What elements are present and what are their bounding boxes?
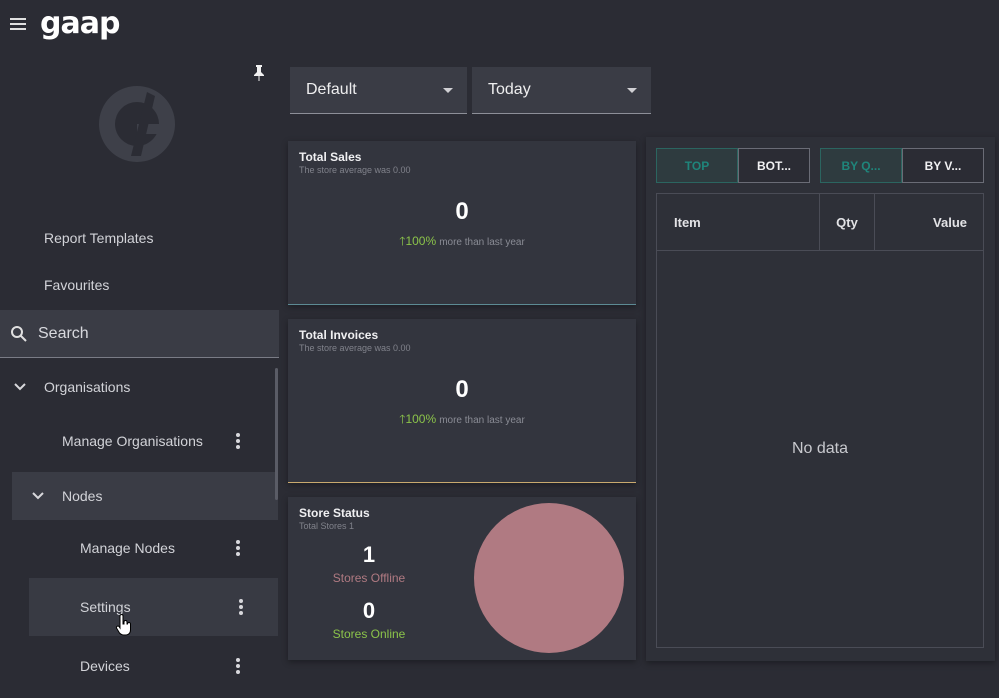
sidebar-item-manage-organisations[interactable]: Manage Organisations	[62, 418, 276, 464]
trend-caption: more than last year	[439, 237, 525, 248]
more-vertical-icon[interactable]	[239, 599, 243, 615]
search-input[interactable]	[38, 323, 268, 345]
profile-select-value: Default	[306, 81, 357, 98]
card-subtitle: Total Stores 1	[299, 521, 355, 531]
chevron-down-icon	[14, 383, 26, 391]
sidebar-item-label: Settings	[80, 599, 131, 615]
sidebar-item-report-templates[interactable]: Report Templates	[44, 230, 153, 246]
sidebar: Report Templates Favourites Organisation…	[0, 56, 280, 698]
more-vertical-icon[interactable]	[236, 540, 240, 556]
chevron-down-icon	[32, 492, 44, 500]
profile-select[interactable]: Default	[290, 67, 467, 114]
hand-cursor-icon	[115, 614, 131, 636]
column-header-value[interactable]: Value	[875, 194, 983, 251]
search-icon	[11, 326, 27, 342]
by-qty-toggle-button[interactable]: BY Q...	[820, 148, 902, 183]
stores-offline-label: Stores Offline	[332, 571, 406, 585]
period-select[interactable]: Today	[472, 67, 651, 114]
stores-offline-count: 1	[362, 542, 376, 567]
sidebar-search	[0, 310, 279, 358]
sidebar-item-settings[interactable]: Settings	[29, 578, 278, 636]
sidebar-scrollbar[interactable]	[275, 368, 278, 500]
trend-indicator: 🡑100% more than last year	[288, 410, 636, 431]
trend-caption: more than last year	[439, 415, 525, 426]
store-status-card: Store Status Total Stores 1 1 Stores Off…	[288, 497, 636, 660]
sidebar-item-label: Organisations	[44, 379, 131, 395]
sidebar-item-label: Manage Nodes	[80, 540, 175, 556]
card-divider	[288, 304, 636, 305]
top-items-table: Item Qty Value No data	[656, 193, 984, 648]
store-status-pie[interactable]	[473, 502, 625, 654]
card-title: Store Status	[299, 506, 370, 520]
total-sales-value: 0	[455, 198, 469, 225]
stores-online-label: Stores Online	[332, 627, 406, 641]
company-logo-icon	[99, 86, 175, 162]
sidebar-item-favourites[interactable]: Favourites	[44, 277, 109, 293]
card-subtitle: The store average was 0.00	[299, 165, 411, 175]
pin-icon[interactable]	[252, 64, 266, 82]
period-select-value: Today	[488, 81, 531, 98]
caret-down-icon	[443, 88, 453, 93]
sidebar-item-manage-nodes[interactable]: Manage Nodes	[80, 525, 276, 571]
trend-percent: 100%	[405, 234, 437, 248]
total-invoices-value: 0	[455, 376, 469, 403]
pie-slice-offline[interactable]	[474, 503, 624, 653]
bottom-toggle-button[interactable]: BOT...	[738, 148, 810, 183]
sidebar-item-nodes[interactable]: Nodes	[12, 472, 278, 520]
by-value-toggle-button[interactable]: BY V...	[902, 148, 984, 183]
top-bar: gaap	[0, 0, 999, 56]
total-invoices-card: Total Invoices The store average was 0.0…	[288, 319, 636, 483]
column-header-qty[interactable]: Qty	[820, 194, 875, 251]
more-vertical-icon[interactable]	[236, 433, 240, 449]
card-title: Total Invoices	[299, 328, 379, 342]
sidebar-item-label: Devices	[80, 658, 130, 674]
trend-percent: 100%	[405, 412, 437, 426]
sidebar-item-organisations[interactable]: Organisations	[14, 364, 276, 410]
trend-indicator: 🡑100% more than last year	[288, 232, 636, 253]
hamburger-menu-icon[interactable]	[10, 16, 26, 32]
top-toggle-button[interactable]: TOP	[656, 148, 738, 183]
caret-down-icon	[627, 88, 637, 93]
app-logo: gaap	[40, 6, 120, 41]
stores-online-count: 0	[362, 598, 376, 623]
card-divider	[288, 482, 636, 483]
card-title: Total Sales	[299, 150, 362, 164]
sidebar-item-devices[interactable]: Devices	[80, 643, 276, 689]
empty-state-text: No data	[791, 440, 849, 457]
sidebar-item-label: Manage Organisations	[62, 433, 203, 449]
more-vertical-icon[interactable]	[236, 658, 240, 674]
total-sales-card: Total Sales The store average was 0.00 0…	[288, 141, 636, 305]
card-subtitle: The store average was 0.00	[299, 343, 411, 353]
column-header-item[interactable]: Item	[657, 194, 820, 251]
sidebar-item-label: Nodes	[62, 488, 103, 504]
